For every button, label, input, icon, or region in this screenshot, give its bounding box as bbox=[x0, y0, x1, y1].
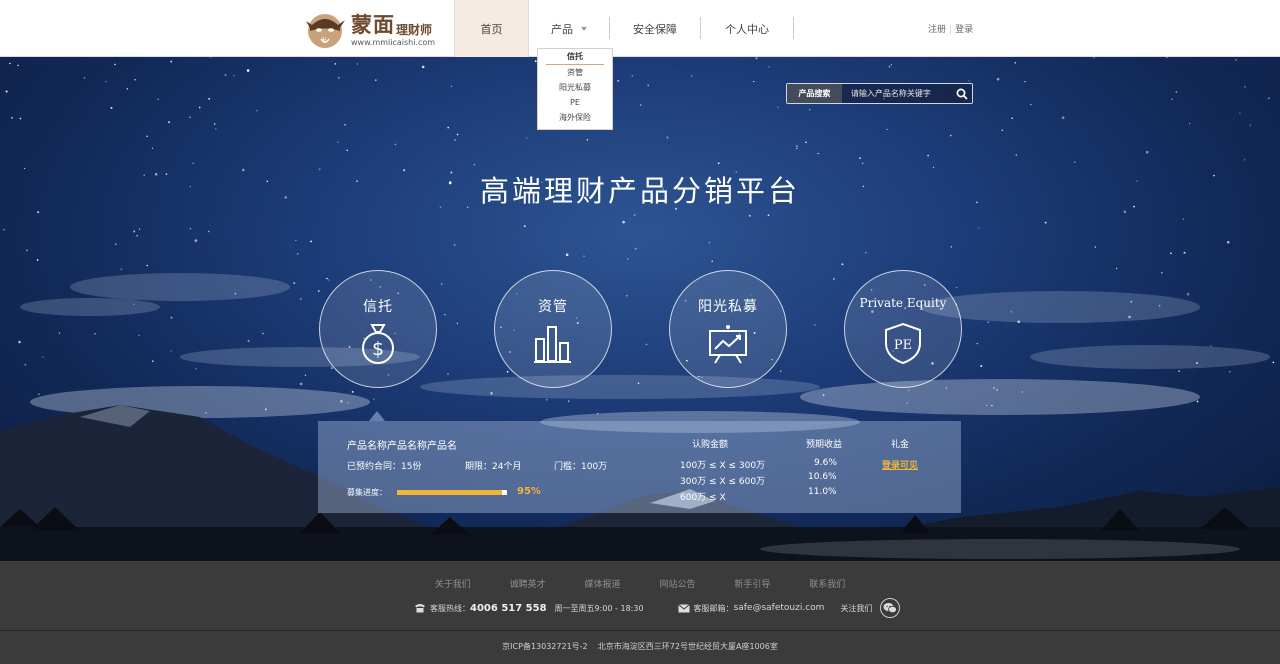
hotline-number[interactable]: 4006 517 558 bbox=[470, 603, 547, 614]
product-name[interactable]: 产品名称产品名称产品名 bbox=[347, 437, 457, 452]
progress-bar-fill bbox=[397, 490, 502, 495]
dropdown-item-private-fund[interactable]: 阳光私募 bbox=[538, 80, 612, 95]
header-yield: 预期收益 bbox=[806, 440, 843, 450]
footer-links: 关于我们 诚聘英才 媒体报道 网站公告 新手引导 联系我们 bbox=[0, 577, 1280, 590]
site-header: ¥ 蒙面 理财师 www.mmlicaishi.com 首页 产品 安全保障 个… bbox=[0, 0, 1280, 57]
header-amount: 认购金额 bbox=[692, 440, 729, 450]
nav-security-label: 安全保障 bbox=[633, 22, 677, 36]
category-private-equity[interactable]: Private Equity PE bbox=[844, 270, 962, 388]
footer-link-contact[interactable]: 联系我们 bbox=[809, 577, 845, 590]
wechat-icon bbox=[883, 603, 898, 614]
email-address[interactable]: safe@safetouzi.com bbox=[734, 603, 825, 613]
main-nav: 首页 产品 安全保障 个人中心 bbox=[454, 0, 794, 57]
product-threshold: 门槛：100万 bbox=[554, 462, 608, 472]
logo-subtitle: 理财师 bbox=[396, 23, 433, 37]
nav-home[interactable]: 首页 bbox=[454, 0, 529, 57]
login-to-view-gift-link[interactable]: 登录可见 bbox=[882, 458, 918, 471]
phone-icon bbox=[415, 604, 425, 613]
dropdown-item-pe[interactable]: PE bbox=[538, 95, 612, 110]
chevron-down-icon bbox=[581, 26, 587, 31]
footer-link-media[interactable]: 媒体报道 bbox=[585, 577, 621, 590]
progress-bar bbox=[397, 490, 507, 495]
progress-label: 募集进度： bbox=[347, 488, 387, 497]
product-search: 产品搜索 bbox=[786, 83, 973, 104]
svg-text:$: $ bbox=[372, 338, 384, 360]
featured-product-panel[interactable]: 产品名称产品名称产品名 已预约合同：15份 期限：24个月 门槛：100万 募集… bbox=[318, 421, 961, 513]
products-dropdown: 信托 资管 阳光私募 PE 海外保险 bbox=[537, 48, 613, 130]
tier-amount: 300万 ≤ X ≤ 600万 bbox=[680, 477, 766, 487]
logo-name: 蒙面 bbox=[351, 12, 395, 37]
nav-divider bbox=[793, 17, 794, 39]
footer-contact: 客服热线： 4006 517 558 周一至周五9:00 - 18:30 客服邮… bbox=[414, 598, 901, 618]
nav-personal-label: 个人中心 bbox=[725, 22, 769, 36]
search-icon bbox=[956, 88, 968, 100]
tier-amount: 100万 ≤ X ≤ 300万 bbox=[680, 461, 766, 471]
nav-personal-center[interactable]: 个人中心 bbox=[701, 0, 793, 57]
wechat-button[interactable] bbox=[880, 598, 901, 618]
footer-link-guide[interactable]: 新手引导 bbox=[734, 577, 770, 590]
hotline-label: 客服热线： bbox=[430, 603, 470, 613]
bar-chart-icon bbox=[534, 326, 571, 363]
category-asset-management[interactable]: 资管 bbox=[494, 270, 612, 388]
product-booked: 已预约合同：15份 bbox=[347, 462, 422, 472]
product-term: 期限：24个月 bbox=[465, 462, 522, 472]
footer-link-announcements[interactable]: 网站公告 bbox=[659, 577, 695, 590]
tier-yield: 9.6% bbox=[814, 458, 837, 468]
follow-us-label: 关注我们 bbox=[840, 603, 873, 613]
search-input[interactable] bbox=[841, 84, 952, 103]
footer-divider bbox=[0, 630, 1280, 631]
tier-yield: 10.6% bbox=[808, 472, 837, 482]
header-gift: 礼金 bbox=[891, 440, 910, 450]
nav-security[interactable]: 安全保障 bbox=[610, 0, 700, 57]
tier-yield: 11.0% bbox=[808, 487, 837, 497]
dropdown-item-overseas-insurance[interactable]: 海外保险 bbox=[538, 110, 612, 125]
auth-links: 注册 | 登录 bbox=[928, 22, 973, 35]
masked-face-logo-icon: ¥ bbox=[306, 14, 345, 48]
category-label: Private Equity bbox=[859, 296, 947, 310]
search-button[interactable] bbox=[952, 84, 972, 103]
hero-title: 高端理财产品分销平台 bbox=[479, 174, 800, 208]
footer-link-about[interactable]: 关于我们 bbox=[435, 577, 471, 590]
tier-amount: 600万 ≤ X bbox=[680, 493, 726, 503]
progress-percent: 95% bbox=[517, 486, 541, 497]
svg-text:¥: ¥ bbox=[321, 37, 327, 45]
money-bag-icon: $ bbox=[362, 324, 394, 364]
dropdown-item-asset-mgmt[interactable]: 资管 bbox=[538, 65, 612, 80]
hero-banner: 产品搜索 高端理财产品分销平台 信托 $ 资管 阳光私募 bbox=[0, 57, 1280, 561]
pe-shield-icon: PE bbox=[885, 322, 921, 365]
presentation-chart-icon bbox=[709, 325, 747, 364]
search-label[interactable]: 产品搜索 bbox=[787, 84, 842, 103]
svg-text:PE: PE bbox=[894, 338, 912, 353]
category-private-fund[interactable]: 阳光私募 bbox=[669, 270, 787, 388]
login-link[interactable]: 登录 bbox=[955, 25, 973, 35]
category-trust[interactable]: 信托 $ bbox=[319, 270, 437, 388]
register-link[interactable]: 注册 bbox=[928, 25, 946, 35]
selected-category-pointer bbox=[369, 411, 385, 421]
category-label: 信托 bbox=[363, 299, 393, 315]
email-label: 客服邮箱： bbox=[693, 603, 734, 613]
category-label: 阳光私募 bbox=[698, 299, 758, 315]
site-footer: 关于我们 诚聘英才 媒体报道 网站公告 新手引导 联系我们 客服热线： 4006… bbox=[0, 561, 1280, 664]
auth-divider: | bbox=[949, 25, 953, 35]
nav-home-label: 首页 bbox=[480, 22, 503, 36]
logo-url: www.mmlicaishi.com bbox=[351, 38, 436, 47]
category-label: 资管 bbox=[538, 299, 568, 315]
service-hours: 周一至周五9:00 - 18:30 bbox=[554, 603, 644, 613]
mail-icon bbox=[677, 603, 690, 612]
nav-products-label: 产品 bbox=[551, 22, 573, 36]
dropdown-item-trust[interactable]: 信托 bbox=[546, 49, 604, 65]
footer-link-careers[interactable]: 诚聘英才 bbox=[510, 577, 546, 590]
site-logo[interactable]: ¥ 蒙面 理财师 www.mmlicaishi.com bbox=[304, 7, 444, 51]
footer-copyright: 京ICP备13032721号-2 北京市海淀区西三环72号世纪经贸大厦A座100… bbox=[502, 642, 778, 651]
